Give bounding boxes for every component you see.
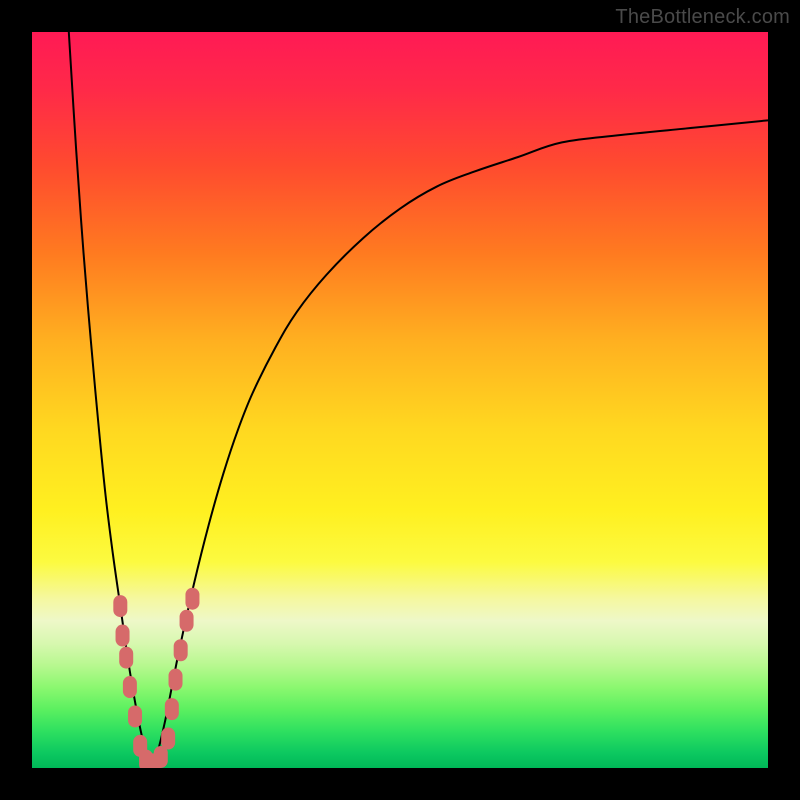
data-point — [116, 625, 130, 647]
data-point — [174, 639, 188, 661]
chart-frame: TheBottleneck.com — [0, 0, 800, 800]
data-point — [128, 705, 142, 727]
data-point — [154, 746, 168, 768]
data-point — [169, 669, 183, 691]
bottleneck-curve — [69, 32, 768, 768]
data-point — [123, 676, 137, 698]
data-point — [180, 610, 194, 632]
data-point — [161, 728, 175, 750]
data-point — [113, 595, 127, 617]
chart-overlay — [32, 32, 768, 768]
data-point — [165, 698, 179, 720]
data-point — [185, 588, 199, 610]
data-points-group — [113, 588, 199, 768]
data-point — [119, 647, 133, 669]
watermark: TheBottleneck.com — [615, 6, 790, 29]
